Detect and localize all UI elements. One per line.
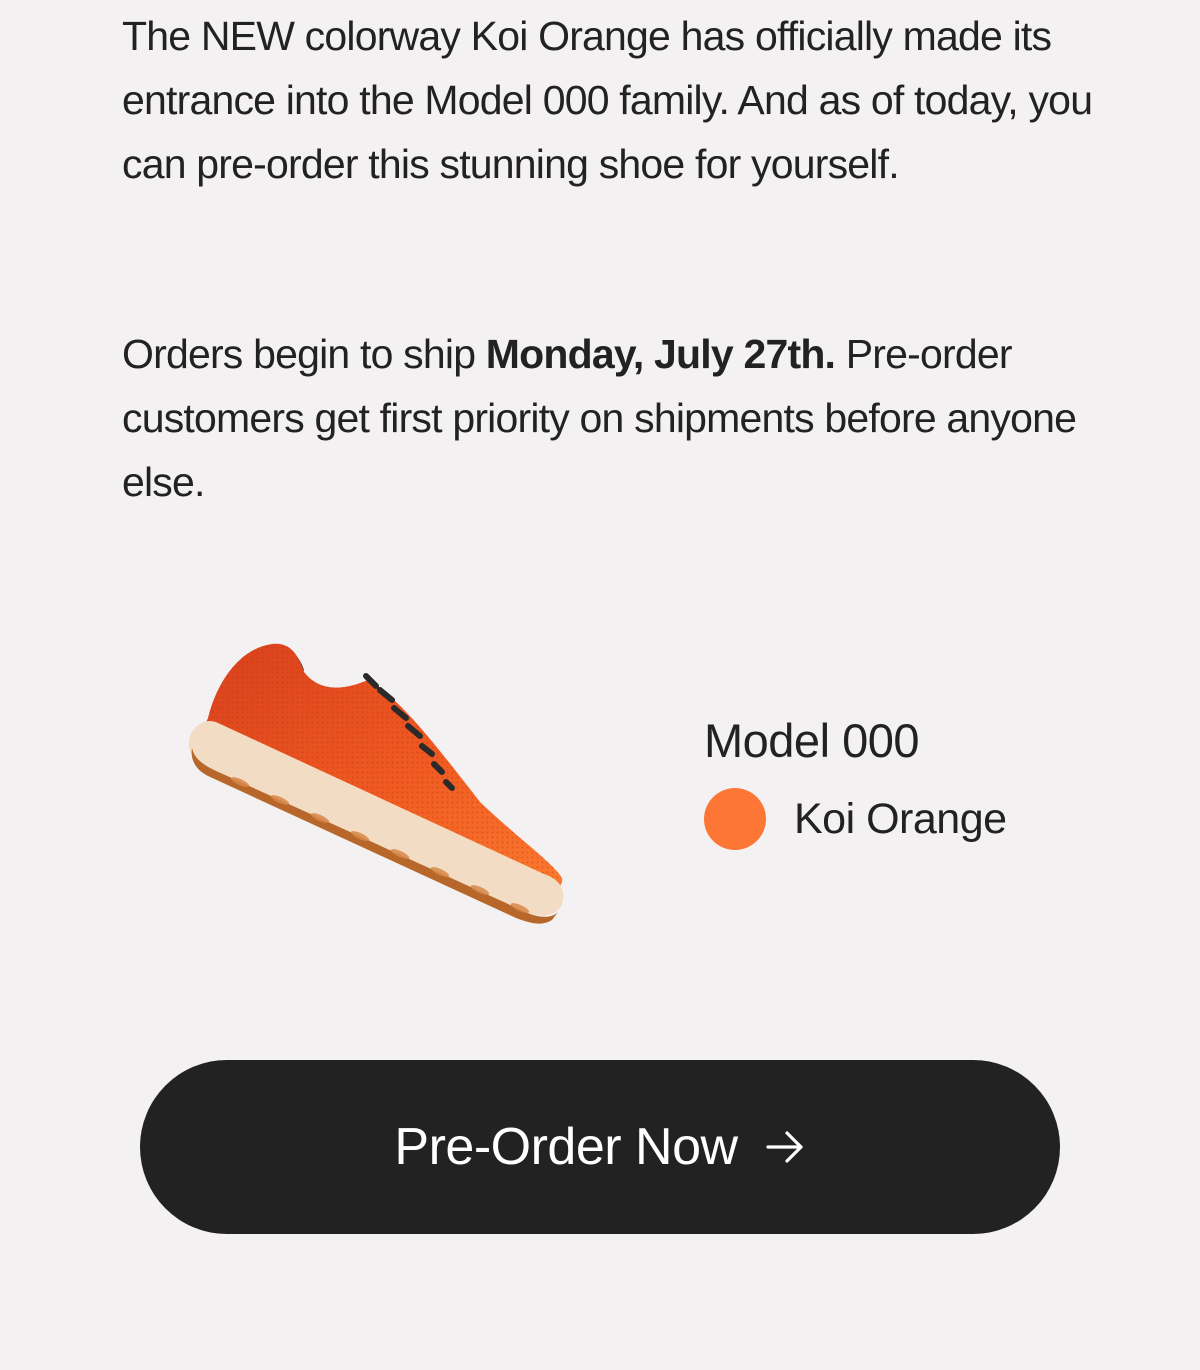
color-name: Koi Orange [794,794,1007,843]
pre-order-button[interactable]: Pre-Order Now [140,1060,1060,1234]
shoe-image [188,643,564,924]
shipping-prefix: Orders begin to ship [122,331,486,377]
color-swatch [704,788,766,850]
shipping-paragraph: Orders begin to ship Monday, July 27th. … [122,322,1102,514]
intro-paragraph: The NEW colorway Koi Orange has official… [122,13,1093,187]
arrow-right-icon [765,1131,803,1163]
color-option: Koi Orange [704,788,1007,850]
product-name: Model 000 [704,714,920,767]
ship-date: Monday, July 27th. [485,331,836,377]
pre-order-label: Pre-Order Now [394,1118,738,1176]
